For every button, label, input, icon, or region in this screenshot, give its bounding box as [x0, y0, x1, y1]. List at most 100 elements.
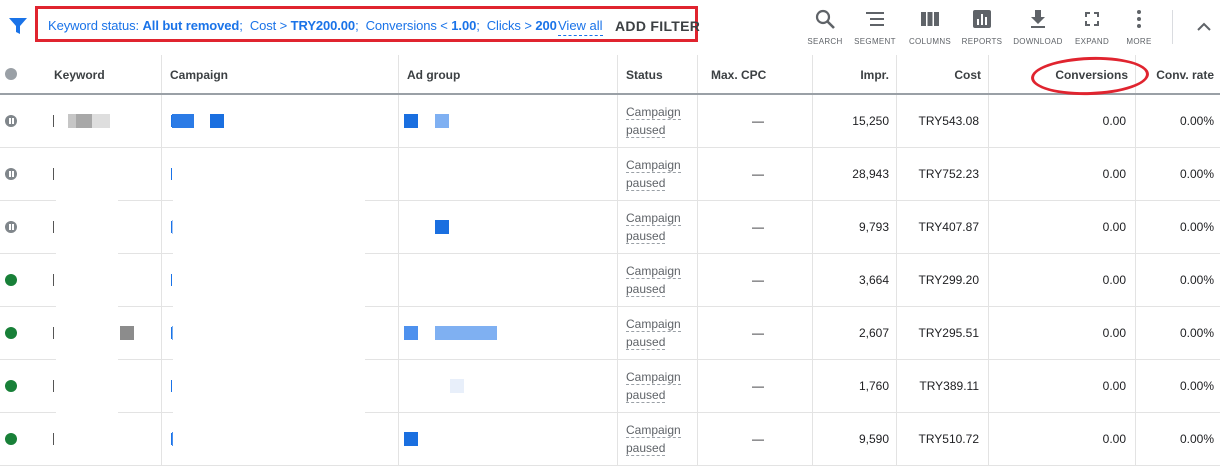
- ad-group-cell[interactable]: [399, 148, 618, 200]
- filter-clicks-value: 200: [535, 18, 557, 33]
- enabled-status-icon[interactable]: [5, 274, 17, 286]
- segment-button[interactable]: SEGMENT: [850, 8, 900, 46]
- impr-cell: 28,943: [852, 167, 889, 181]
- column-status[interactable]: Status: [618, 55, 698, 93]
- enabled-status-icon[interactable]: [5, 327, 17, 339]
- columns-button[interactable]: COLUMNS: [905, 8, 955, 46]
- max-cpc-cell[interactable]: —: [703, 95, 813, 147]
- status-cell: Campaign paused: [618, 95, 698, 147]
- filter-conv-value: 1.00: [451, 18, 477, 33]
- row-status-cell[interactable]: [0, 148, 28, 200]
- impr-cell: 3,664: [858, 273, 889, 287]
- column-keyword[interactable]: Keyword: [46, 55, 162, 93]
- ad-group-cell[interactable]: [399, 201, 618, 253]
- view-all-link[interactable]: View all: [558, 18, 603, 36]
- row-status-cell[interactable]: [0, 254, 28, 306]
- columns-icon: [921, 12, 939, 26]
- more-button[interactable]: MORE: [1114, 8, 1164, 46]
- row-status-cell[interactable]: [0, 413, 28, 465]
- reports-button[interactable]: REPORTS: [957, 8, 1007, 46]
- status-line-1: Campaign: [626, 370, 681, 385]
- max-cpc-cell[interactable]: —: [703, 413, 813, 465]
- status-dot-header-icon: [5, 68, 17, 80]
- filter-status-value: All but removed: [142, 18, 240, 33]
- cost-cell: TRY510.72: [918, 432, 980, 446]
- campaign-text-mark: [171, 168, 172, 180]
- ad-group-cell[interactable]: [399, 307, 618, 359]
- conversions-cell: 0.00: [1102, 220, 1126, 234]
- campaign-text-mark: [171, 274, 172, 286]
- ad-group-cell[interactable]: [399, 413, 618, 465]
- status-cell: Campaign paused: [618, 201, 698, 253]
- cost-cell: TRY752.23: [918, 167, 980, 181]
- status-line-2: paused: [626, 229, 666, 244]
- conversions-cell: 0.00: [1102, 326, 1126, 340]
- search-button[interactable]: SEARCH: [800, 8, 850, 46]
- ad-group-cell[interactable]: [399, 360, 618, 412]
- keyword-text-mark: [53, 115, 54, 127]
- conv-rate-cell: 0.00%: [1179, 114, 1214, 128]
- enabled-status-icon[interactable]: [5, 380, 17, 392]
- campaign-cell[interactable]: [162, 95, 399, 147]
- row-status-cell[interactable]: [0, 201, 28, 253]
- ad-group-cell[interactable]: [399, 254, 618, 306]
- cost-cell: TRY389.11: [919, 379, 979, 393]
- segment-label: SEGMENT: [854, 37, 896, 46]
- max-cpc-cell[interactable]: —: [703, 254, 813, 306]
- keyword-text-mark: [53, 221, 54, 233]
- filter-conv-label: Conversions <: [365, 18, 448, 33]
- conversions-cell: 0.00: [1102, 114, 1126, 128]
- conv-rate-cell: 0.00%: [1179, 273, 1214, 287]
- column-campaign[interactable]: Campaign: [162, 55, 399, 93]
- conv-rate-cell: 0.00%: [1179, 379, 1214, 393]
- filter-cost-value: TRY200.00: [290, 18, 356, 33]
- row-status-cell[interactable]: [0, 95, 28, 147]
- filter-icon[interactable]: [8, 16, 28, 36]
- column-ad-group[interactable]: Ad group: [399, 55, 618, 93]
- expand-icon: [1085, 12, 1099, 26]
- filter-summary[interactable]: Keyword status: All but removed; Cost > …: [48, 18, 557, 33]
- status-line-2: paused: [626, 335, 666, 350]
- filter-cost-label: Cost >: [249, 18, 288, 33]
- enabled-status-icon[interactable]: [5, 433, 17, 445]
- max-cpc-cell[interactable]: —: [703, 307, 813, 359]
- search-label: SEARCH: [807, 37, 843, 46]
- paused-status-icon[interactable]: [5, 168, 17, 180]
- download-button[interactable]: DOWNLOAD: [1013, 8, 1063, 46]
- filter-bar[interactable]: Keyword status: All but removed; Cost > …: [35, 6, 700, 42]
- keyword-text-mark: [53, 274, 54, 286]
- select-all-header[interactable]: [0, 55, 28, 93]
- ad-group-cell[interactable]: [399, 95, 618, 147]
- redacted-block: [435, 220, 449, 234]
- chevron-up-icon[interactable]: [1193, 16, 1215, 38]
- column-max-cpc[interactable]: Max. CPC: [703, 55, 813, 93]
- table-row[interactable]: Campaign paused — 15,250 TRY543.08 0.00 …: [0, 95, 1220, 148]
- column-impr[interactable]: Impr.: [813, 55, 897, 93]
- cost-cell: TRY295.51: [918, 326, 980, 340]
- keyword-text-mark: [53, 327, 54, 339]
- row-status-cell[interactable]: [0, 360, 28, 412]
- paused-status-icon[interactable]: [5, 115, 17, 127]
- impr-cell: 1,760: [858, 379, 889, 393]
- conversions-cell: 0.00: [1102, 273, 1126, 287]
- reports-icon: [973, 10, 991, 28]
- paused-status-icon[interactable]: [5, 221, 17, 233]
- toolbar-divider: [1172, 10, 1173, 44]
- column-cost[interactable]: Cost: [897, 55, 989, 93]
- max-cpc-cell[interactable]: —: [703, 360, 813, 412]
- row-status-cell[interactable]: [0, 307, 28, 359]
- conversions-cell: 0.00: [1102, 167, 1126, 181]
- keyword-cell[interactable]: [46, 95, 162, 147]
- max-cpc-cell[interactable]: —: [703, 148, 813, 200]
- status-cell: Campaign paused: [618, 307, 698, 359]
- redacted-block: [435, 114, 449, 128]
- conversions-cell: 0.00: [1102, 432, 1126, 446]
- max-cpc-cell[interactable]: —: [703, 201, 813, 253]
- download-icon: [1031, 10, 1045, 28]
- redacted-block: [92, 114, 110, 128]
- status-line-1: Campaign: [626, 264, 681, 279]
- keyword-text-mark: [53, 433, 54, 445]
- impr-cell: 2,607: [858, 326, 889, 340]
- expand-button[interactable]: EXPAND: [1067, 8, 1117, 46]
- add-filter-button[interactable]: ADD FILTER: [615, 18, 700, 34]
